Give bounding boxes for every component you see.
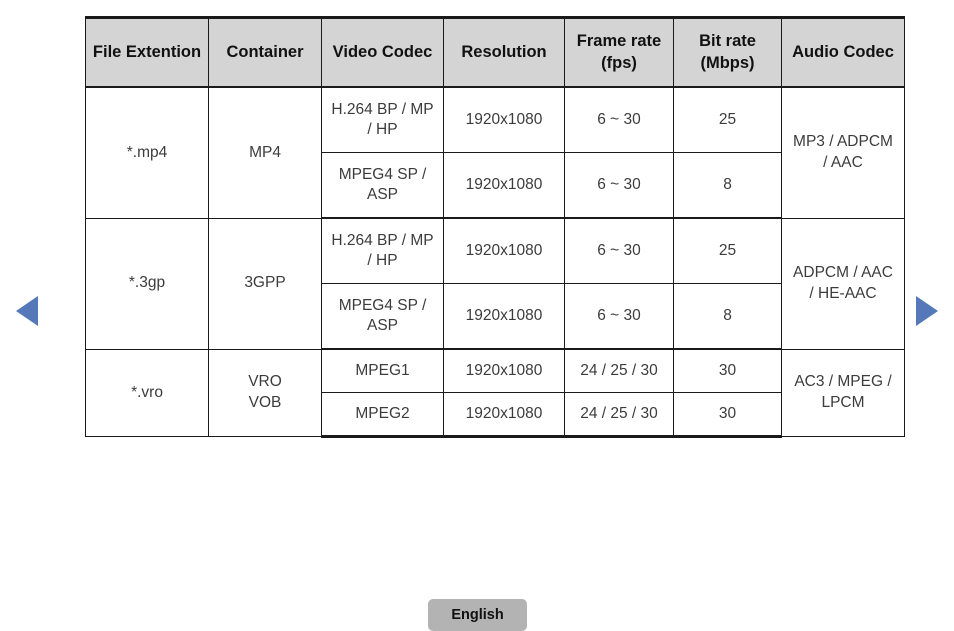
cell-resolution: 1920x1080 <box>443 152 565 219</box>
column-header-frame-rate-line2: (fps) <box>601 53 637 72</box>
cell-audio-codec: ADPCM / AAC / HE-AAC <box>781 217 905 350</box>
cell-resolution: 1920x1080 <box>443 348 565 393</box>
column-header-audio-codec: Audio Codec <box>781 16 905 88</box>
cell-container: MP4 <box>208 86 322 219</box>
cell-video-codec: MPEG4 SP / ASP <box>321 283 444 350</box>
cell-audio-codec-line1: ADPCM / AAC <box>793 264 893 282</box>
cell-frame-rate: 6 ~ 30 <box>564 217 674 284</box>
cell-frame-rate: 6 ~ 30 <box>564 283 674 350</box>
cell-resolution: 1920x1080 <box>443 86 565 153</box>
cell-audio-codec-line2: / HE-AAC <box>809 284 877 302</box>
cell-video-codec-line1: H.264 BP / MP <box>331 100 434 118</box>
table-row: *.vro VRO VOB MPEG1 1920x1080 24 / 25 / … <box>85 348 905 437</box>
cell-bit-rate: 30 <box>673 392 782 438</box>
cell-bit-rate: 25 <box>673 86 782 153</box>
cell-video-codec-line1: MPEG4 SP / <box>338 165 427 183</box>
triangle-left-icon[interactable] <box>16 296 38 326</box>
cell-container-line2: VOB <box>248 393 282 411</box>
column-header-container: Container <box>208 16 322 88</box>
table-row: *.mp4 MP4 H.264 BP / MP / HP 1920x1080 6… <box>85 86 905 219</box>
cell-video-codec-line2: ASP <box>366 317 398 334</box>
cell-file-extension: *.mp4 <box>85 86 209 219</box>
cell-video-codec: H.264 BP / MP / HP <box>321 217 444 284</box>
cell-video-codec: MPEG4 SP / ASP <box>321 152 444 219</box>
column-header-resolution: Resolution <box>443 16 565 88</box>
cell-bit-rate: 8 <box>673 152 782 219</box>
cell-audio-codec: AC3 / MPEG / LPCM <box>781 348 905 437</box>
cell-video-codec: MPEG1 <box>321 348 444 393</box>
cell-video-codec-line1: H.264 BP / MP <box>331 231 434 249</box>
cell-video-codec-line2: / HP <box>367 252 398 269</box>
cell-resolution: 1920x1080 <box>443 283 565 350</box>
cell-container: 3GPP <box>208 217 322 350</box>
table-row: *.3gp 3GPP H.264 BP / MP / HP 1920x1080 … <box>85 217 905 350</box>
column-header-video-codec: Video Codec <box>321 16 444 88</box>
cell-video-codec: MPEG2 <box>321 392 444 438</box>
cell-resolution: 1920x1080 <box>443 217 565 284</box>
cell-audio-codec-line2: LPCM <box>821 393 865 411</box>
column-header-frame-rate: Frame rate (fps) <box>564 16 674 88</box>
cell-audio-codec-line1: AC3 / MPEG / <box>794 373 892 391</box>
cell-frame-rate: 6 ~ 30 <box>564 152 674 219</box>
cell-frame-rate: 24 / 25 / 30 <box>564 348 674 393</box>
cell-bit-rate: 30 <box>673 348 782 393</box>
column-header-frame-rate-line1: Frame rate <box>576 31 662 50</box>
cell-audio-codec: MP3 / ADPCM / AAC <box>781 86 905 219</box>
column-header-bit-rate-line2: (Mbps) <box>700 53 755 72</box>
cell-frame-rate: 24 / 25 / 30 <box>564 392 674 438</box>
cell-container-line1: VRO <box>248 373 282 391</box>
cell-video-codec-line2: / HP <box>367 121 398 138</box>
cell-bit-rate: 25 <box>673 217 782 284</box>
cell-resolution: 1920x1080 <box>443 392 565 438</box>
cell-video-codec-line1: MPEG4 SP / <box>338 296 427 314</box>
cell-video-codec-line2: ASP <box>366 186 398 203</box>
language-button[interactable]: English <box>428 599 527 631</box>
triangle-right-icon[interactable] <box>916 296 938 326</box>
cell-container: VRO VOB <box>208 348 322 437</box>
cell-frame-rate: 6 ~ 30 <box>564 86 674 153</box>
table-header-row: File Extention Container Video Codec Res… <box>85 16 905 88</box>
video-format-support-table: File Extention Container Video Codec Res… <box>85 16 905 438</box>
cell-audio-codec-line1: MP3 / ADPCM <box>793 133 893 151</box>
column-header-file-extension: File Extention <box>85 16 209 88</box>
cell-file-extension: *.3gp <box>85 217 209 350</box>
cell-audio-codec-line2: / AAC <box>823 153 863 171</box>
cell-file-extension: *.vro <box>85 348 209 437</box>
cell-video-codec: H.264 BP / MP / HP <box>321 86 444 153</box>
cell-bit-rate: 8 <box>673 283 782 350</box>
column-header-bit-rate: Bit rate (Mbps) <box>673 16 782 88</box>
column-header-bit-rate-line1: Bit rate <box>699 31 756 50</box>
